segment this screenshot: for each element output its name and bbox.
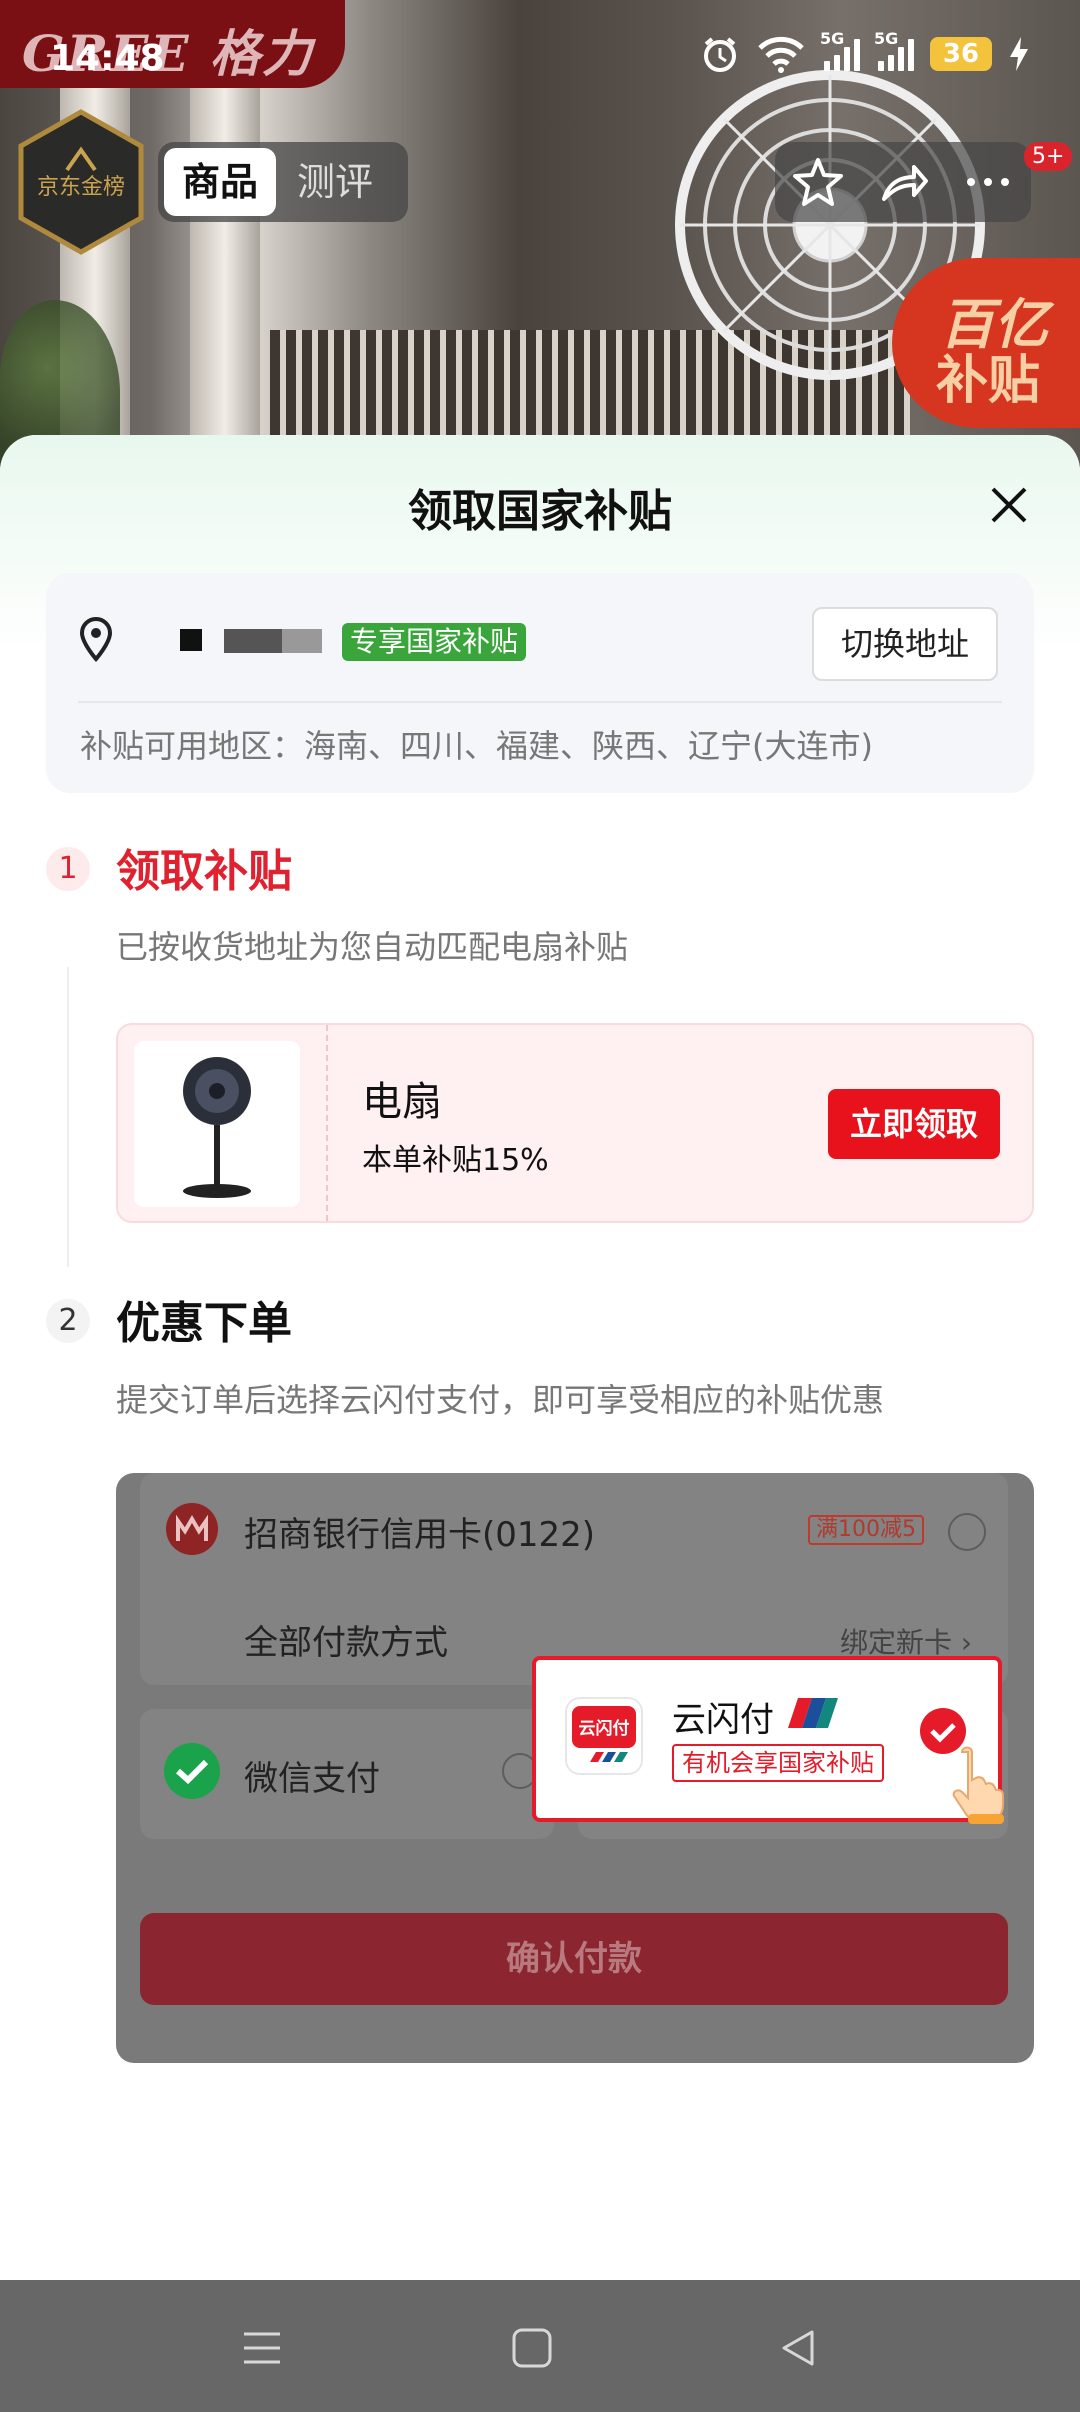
menu-icon[interactable]	[240, 2326, 284, 2370]
step-description: 已按收货地址为您自动匹配电扇补贴	[116, 928, 629, 966]
confirm-payment-button: 确认付款	[140, 1913, 1008, 2005]
exclusive-subsidy-tag: 专享国家补贴	[342, 623, 527, 661]
step-connector	[67, 967, 69, 1267]
cmb-credit-card-label: 招商银行信用卡(0122)	[244, 1515, 596, 1555]
subsidy-promo-badge[interactable]: 百亿 补贴	[892, 258, 1080, 428]
rank-badge-text: 京东金榜	[37, 175, 125, 200]
wechat-pay-label: 微信支付	[244, 1759, 380, 1799]
status-bar: 14:48 5G 5G 36	[0, 0, 1080, 120]
unionpay-label: 云闪付	[672, 1700, 774, 1740]
step-title: 优惠下单	[116, 1298, 292, 1349]
step-number: 2	[46, 1299, 90, 1343]
wechat-pay-icon	[164, 1743, 220, 1799]
tab-review[interactable]: 测评	[276, 148, 394, 216]
step-number: 1	[46, 847, 90, 891]
address-redacted	[282, 629, 322, 653]
cmb-bank-icon	[166, 1503, 218, 1555]
star-icon[interactable]	[791, 155, 845, 209]
address-redacted	[224, 629, 284, 653]
alarm-icon	[704, 37, 736, 72]
signal-label: 5G	[820, 29, 845, 48]
signal-label: 5G	[874, 29, 899, 48]
unionpay-quickpass-logo: 云闪付	[565, 1697, 643, 1775]
location-icon	[79, 616, 113, 663]
subsidy-promo-line2: 补贴	[936, 351, 1041, 411]
subsidy-rate: 本单补贴15%	[362, 1143, 549, 1178]
close-icon[interactable]	[985, 481, 1033, 529]
header-actions	[775, 142, 1031, 222]
radio-button	[948, 1513, 986, 1551]
status-time: 14:48	[50, 38, 165, 79]
unionpay-card-icon	[788, 1698, 838, 1728]
system-nav-bar	[0, 2280, 1080, 2412]
back-icon[interactable]	[776, 2326, 820, 2370]
unionpay-logo-text: 云闪付	[579, 1718, 630, 1739]
claim-now-button[interactable]: 立即领取	[828, 1089, 1000, 1159]
wifi-icon	[758, 36, 804, 73]
all-payment-methods-label: 全部付款方式	[244, 1623, 448, 1663]
tab-goods[interactable]: 商品	[164, 148, 276, 216]
status-icons: 5G 5G 36	[700, 29, 1030, 74]
switch-address-button[interactable]: 切换地址	[812, 607, 998, 681]
charging-icon	[1010, 37, 1028, 71]
home-icon[interactable]	[510, 2326, 554, 2370]
subsidy-regions: 补贴可用地区：海南、四川、福建、陕西、辽宁(大连市)	[80, 727, 873, 765]
product-tab-switch: 商品 测评	[158, 142, 408, 222]
unionpay-option-highlight: 云闪付 云闪付 有机会享国家补贴	[532, 1656, 1004, 1824]
divider	[78, 701, 1002, 703]
signal-icon: 5G	[874, 29, 914, 71]
address-redacted	[180, 629, 202, 651]
step-title: 领取补贴	[116, 846, 292, 897]
subsidy-sheet: 领取国家补贴 专享国家补贴 切换地址 补贴可用地区：海南、四川、福建、陕西、辽宁…	[0, 435, 1080, 2280]
rank-badge[interactable]: 京东金榜	[15, 108, 147, 256]
pointing-hand-icon	[952, 1746, 1004, 1824]
fan-thumbnail	[134, 1041, 300, 1207]
share-icon[interactable]	[876, 155, 930, 209]
cmb-promo-tag: 满100减5	[808, 1515, 924, 1545]
battery-icon: 36	[930, 37, 992, 71]
address-card: 专享国家补贴 切换地址 补贴可用地区：海南、四川、福建、陕西、辽宁(大连市)	[46, 573, 1034, 793]
notification-badge: 5+	[1024, 142, 1073, 171]
national-subsidy-tag: 有机会享国家补贴	[672, 1744, 884, 1782]
product-name: 电扇	[362, 1079, 442, 1125]
bind-new-card-label: 绑定新卡 ›	[840, 1626, 973, 1659]
sheet-title: 领取国家补贴	[408, 486, 672, 537]
step-description: 提交订单后选择云闪付支付，即可享受相应的补贴优惠	[116, 1381, 885, 1419]
more-icon[interactable]	[961, 155, 1015, 209]
subsidy-product-card: 电扇 本单补贴15% 立即领取	[116, 1023, 1034, 1223]
signal-icon: 5G	[820, 29, 860, 71]
dashed-divider	[326, 1025, 328, 1221]
